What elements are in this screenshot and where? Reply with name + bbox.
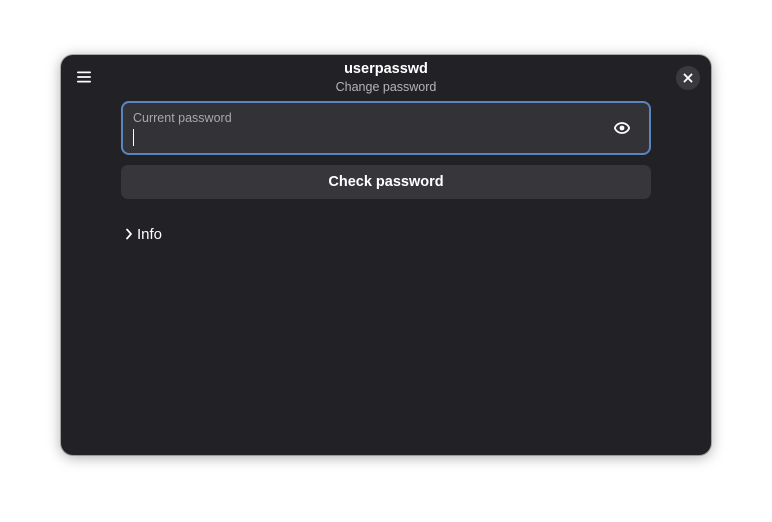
window-title-box: userpasswd Change password (61, 61, 711, 95)
close-button[interactable] (676, 66, 700, 90)
eye-icon (614, 122, 630, 134)
check-password-button[interactable]: Check password (121, 165, 651, 199)
text-caret (133, 129, 134, 146)
userpasswd-window: userpasswd Change password Current passw… (61, 55, 711, 455)
header-bar: userpasswd Change password (61, 55, 711, 101)
info-expander-label: Info (137, 225, 163, 243)
chevron-right-icon (125, 228, 135, 240)
reveal-password-button[interactable] (609, 116, 635, 140)
current-password-input[interactable] (133, 129, 593, 147)
window-subtitle: Change password (335, 80, 437, 94)
window-title: userpasswd (344, 61, 428, 77)
current-password-label: Current password (133, 111, 232, 125)
info-expander[interactable]: Info (125, 223, 162, 245)
current-password-entry[interactable]: Current password (121, 101, 651, 155)
close-icon (683, 73, 693, 83)
